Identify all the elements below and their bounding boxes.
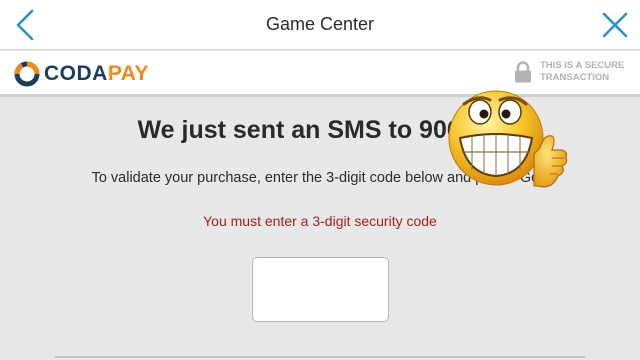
lock-icon [515, 61, 531, 83]
close-icon [602, 12, 628, 38]
close-button[interactable] [600, 10, 630, 40]
grinning-thumbs-up-emoji [448, 90, 568, 188]
secure-transaction-badge: THIS IS A SECURE TRANSACTION [514, 60, 626, 84]
error-message: You must enter a 3-digit security code [203, 213, 437, 229]
security-code-input[interactable] [252, 257, 389, 322]
codapay-logo: CODAPAY [14, 60, 149, 88]
secure-transaction-text: THIS IS A SECURE TRANSACTION [540, 60, 625, 83]
logo-wordmark: CODAPAY [44, 62, 149, 86]
codapay-logo-icon [14, 61, 40, 87]
logo-wordmark-coda: CODA [44, 62, 108, 85]
page-title: Game Center [265, 14, 375, 34]
logo-wordmark-pay: PAY [107, 62, 150, 85]
divider [55, 356, 585, 358]
top-navigation-bar: Game Center [0, 0, 640, 50]
